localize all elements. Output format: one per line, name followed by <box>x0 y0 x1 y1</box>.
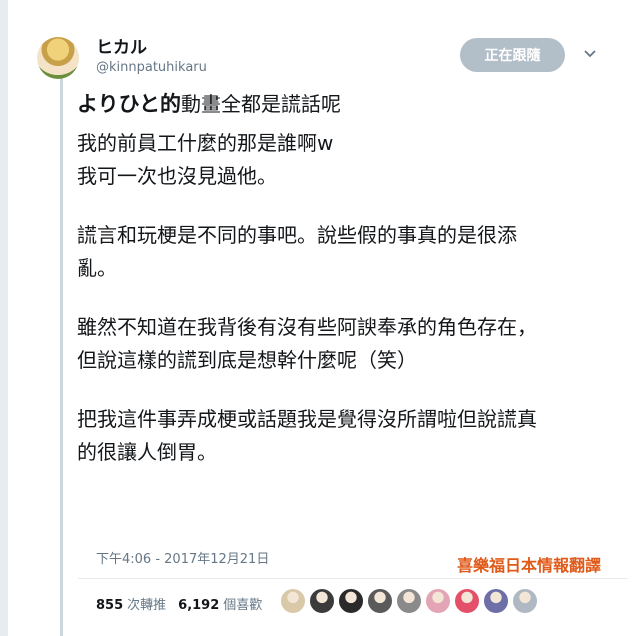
retweet-label: 次轉推 <box>127 598 167 613</box>
divider <box>78 578 628 579</box>
tweet-line: 謊言和玩梗是不同的事吧。說些假的事真的是很添 <box>77 223 517 247</box>
liker-avatar[interactable] <box>425 588 451 614</box>
tweet-stats: 855 次轉推 6,192 個喜歡 <box>96 594 262 613</box>
tweet-line: 雖然不知道在我背後有沒有些阿諛奉承的角色存在， <box>77 315 537 339</box>
tweet-title-bold: よりひと的 <box>77 92 181 116</box>
translator-watermark: 喜樂福日本情報翻譯 <box>457 556 602 575</box>
like-stat[interactable]: 6,192 個喜歡 <box>178 594 262 613</box>
liker-avatar[interactable] <box>454 588 480 614</box>
user-handle[interactable]: @kinnpatuhikaru <box>96 60 207 75</box>
tweet-title-rest: 動畫全都是謊話呢 <box>180 92 341 116</box>
retweet-count: 855 <box>96 598 124 613</box>
tweet-line: 但說這樣的謊到底是想幹什麼呢（笑） <box>77 348 417 372</box>
following-button[interactable]: 正在跟隨 <box>460 38 565 72</box>
tweet-line: 我的前員工什麼的那是誰啊w <box>77 131 334 155</box>
like-label: 個喜歡 <box>223 598 263 613</box>
liker-avatar[interactable] <box>367 588 393 614</box>
liker-avatar[interactable] <box>309 588 335 614</box>
display-name[interactable]: ヒカル <box>96 33 147 58</box>
like-count: 6,192 <box>178 598 220 613</box>
tweet-line: 我可一次也沒見過他。 <box>77 164 277 188</box>
tweet-title: よりひと的動畫全都是謊話呢 <box>77 88 622 121</box>
chevron-down-icon[interactable] <box>584 47 596 59</box>
liker-avatar[interactable] <box>338 588 364 614</box>
tweet-timestamp[interactable]: 下午4:06 - 2017年12月21日 <box>96 548 269 567</box>
retweet-stat[interactable]: 855 次轉推 <box>96 594 166 613</box>
liker-avatar[interactable] <box>396 588 422 614</box>
liker-avatar[interactable] <box>512 588 538 614</box>
thread-line <box>60 78 63 636</box>
tweet-line: 亂。 <box>77 256 117 280</box>
liker-avatars <box>280 588 538 614</box>
left-border <box>0 0 8 636</box>
liker-avatar[interactable] <box>280 588 306 614</box>
tweet-text: よりひと的動畫全都是謊話呢 我的前員工什麼的那是誰啊w 我可一次也沒見過他。 謊… <box>77 88 622 469</box>
tweet-line: 把我這件事弄成梗或話題我是覺得沒所謂啦但說謊真 <box>77 407 537 431</box>
tweet-line: 的很讓人倒胃。 <box>77 440 217 464</box>
liker-avatar[interactable] <box>483 588 509 614</box>
avatar[interactable] <box>37 37 79 79</box>
